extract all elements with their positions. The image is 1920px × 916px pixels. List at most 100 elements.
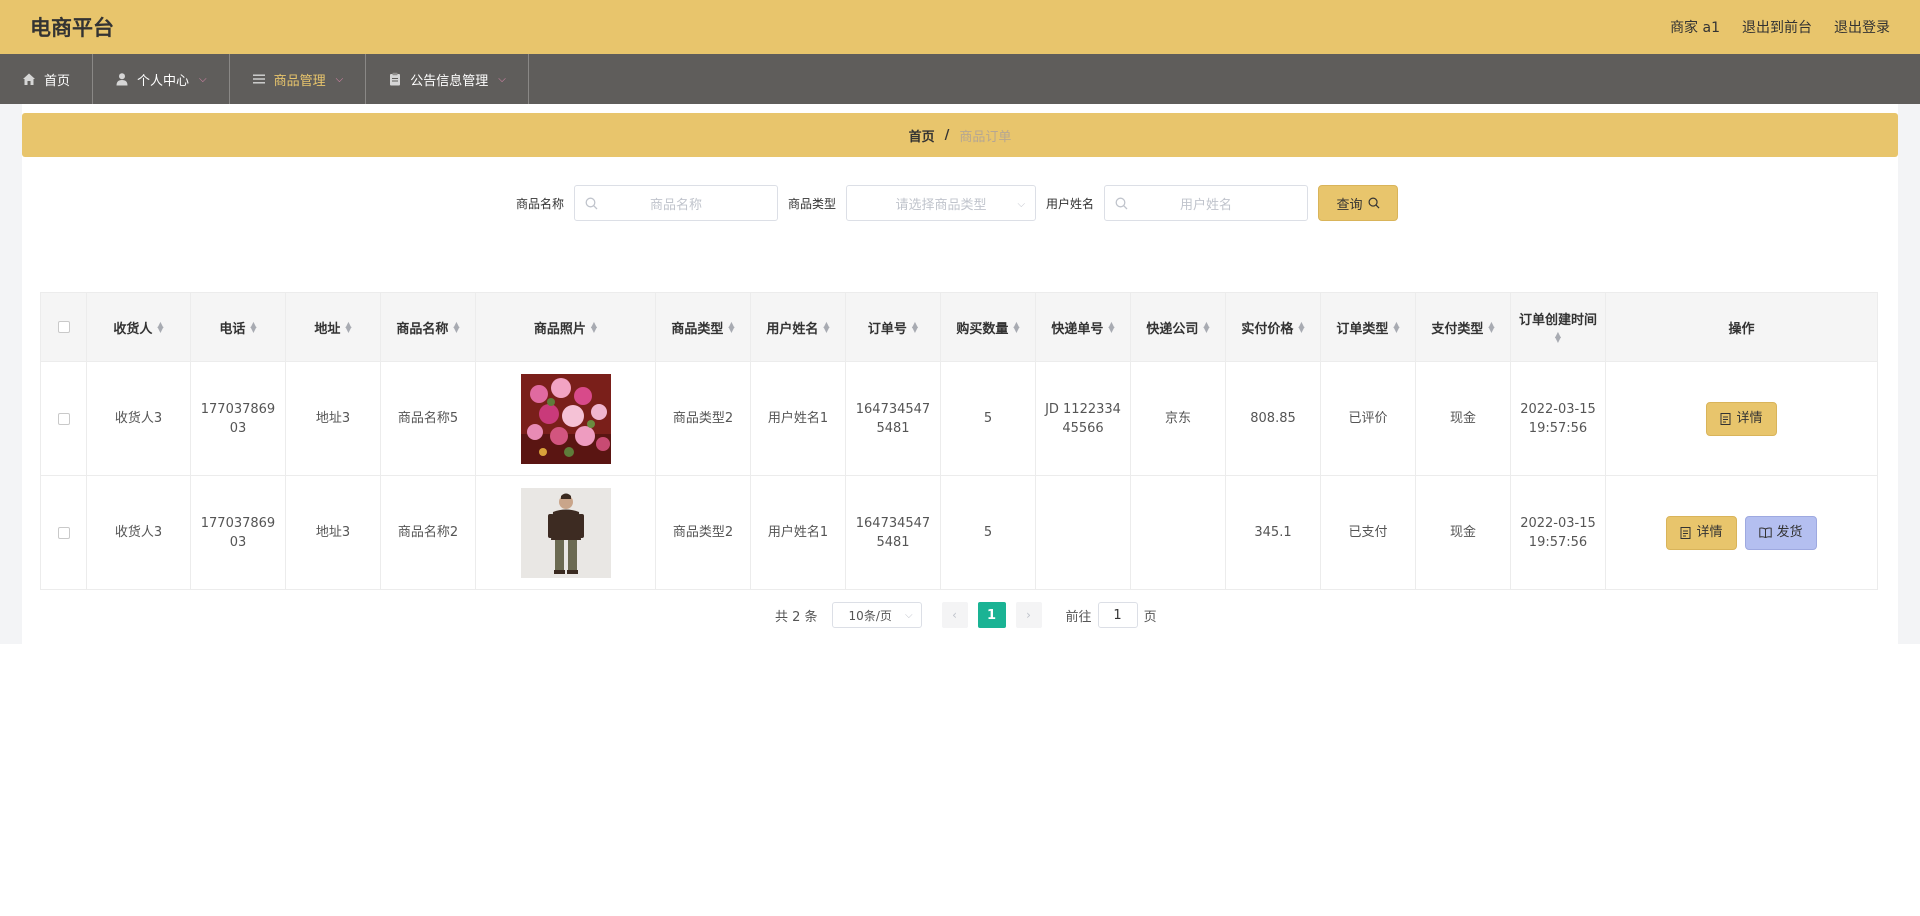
detail-button[interactable]: 详情 — [1706, 401, 1777, 436]
select-all-checkbox[interactable] — [57, 321, 70, 333]
cell-actions: 详情 — [1606, 362, 1877, 475]
exit-to-front-link[interactable]: 退出到前台 — [1742, 17, 1812, 37]
man-jacket-image[interactable] — [520, 487, 611, 578]
column-header-actions: 操作 — [1606, 293, 1877, 361]
nav-item-personal-center[interactable]: 个人中心 ⌵ — [93, 54, 230, 104]
home-icon — [23, 73, 35, 85]
column-header[interactable]: 实付价格 ▲ ▼ — [1226, 293, 1321, 361]
orders-table: 收货人 ▲ ▼ 电话 ▲ ▼ 地址 ▲ ▼ 商品名称 ▲ ▼ 商品照片 ▲ ▼ 商品类型 ▲ ▼ 用户姓… — [40, 292, 1878, 590]
ship-button[interactable]: 发货 — [1744, 515, 1817, 550]
cell-product-name: 商品名称5 — [381, 362, 476, 475]
cell-user-name: 用户姓名1 — [751, 476, 846, 589]
column-header[interactable]: 商品名称 ▲ ▼ — [381, 293, 476, 361]
column-header[interactable]: 电话 ▲ ▼ — [191, 293, 286, 361]
sort-icon: ▲ ▼ — [1298, 320, 1305, 334]
column-header[interactable]: 订单号 ▲ ▼ — [846, 293, 941, 361]
main-nav: 首页 个人中心 ⌵ 商品管理 ⌵ 公告信息管理 ⌵ — [0, 54, 1920, 104]
detail-button-label: 详情 — [1696, 525, 1723, 540]
column-header[interactable]: 用户姓名 ▲ ▼ — [751, 293, 846, 361]
column-header[interactable]: 商品照片 ▲ ▼ — [476, 293, 656, 361]
cell-pay-type: 现金 — [1416, 362, 1511, 475]
cell-receiver: 收货人3 — [87, 362, 191, 475]
flower-bouquet-image[interactable] — [520, 373, 611, 464]
detail-button[interactable]: 详情 — [1666, 515, 1737, 550]
logout-link[interactable]: 退出登录 — [1834, 17, 1890, 37]
detail-button-label: 详情 — [1736, 411, 1763, 426]
query-button[interactable]: 查询 — [1318, 185, 1399, 221]
page-size-select[interactable]: 10条/页 ⌵ — [831, 602, 922, 628]
header-actions: 商家 a1 退出到前台 退出登录 — [1670, 17, 1890, 37]
total-count: 共 2 条 — [775, 609, 818, 625]
goto-page-input[interactable]: 1 — [1097, 602, 1138, 628]
column-label: 购买数量 — [956, 321, 1009, 337]
sort-icon: ▲ ▼ — [345, 320, 352, 334]
user-name-input[interactable]: 用户姓名 — [1104, 185, 1309, 221]
app-title: 电商平台 — [30, 16, 114, 40]
product-type-label: 商品类型 — [788, 196, 837, 211]
goto-label: 前往 — [1065, 609, 1092, 625]
nav-item-notice-management[interactable]: 公告信息管理 ⌵ — [366, 54, 529, 104]
column-header[interactable]: 购买数量 ▲ ▼ — [941, 293, 1036, 361]
column-label: 商品照片 — [533, 321, 586, 337]
sort-icon: ▲ ▼ — [1393, 320, 1400, 334]
column-label: 商品类型 — [671, 321, 724, 337]
sort-icon: ▲ ▼ — [1488, 320, 1495, 334]
document-icon — [1680, 526, 1691, 539]
cell-order-status: 已评价 — [1321, 362, 1416, 475]
book-icon — [1758, 527, 1772, 538]
prev-page-button[interactable]: ‹ — [941, 602, 968, 628]
product-name-input[interactable]: 商品名称 — [574, 185, 779, 221]
cell-pay-type: 现金 — [1416, 476, 1511, 589]
chevron-left-icon: ‹ — [952, 608, 957, 622]
cell-product-photo — [476, 476, 656, 589]
ship-button-label: 发货 — [1776, 525, 1803, 540]
chevron-right-icon: › — [1026, 608, 1031, 622]
cell-phone: 17703786903 — [191, 476, 286, 589]
nav-item-product-management[interactable]: 商品管理 ⌵ — [230, 54, 367, 104]
sort-icon: ▲ ▼ — [728, 320, 735, 334]
nav-item-label: 商品管理 — [273, 73, 326, 89]
row-checkbox[interactable] — [57, 526, 70, 539]
column-header[interactable]: 支付类型 ▲ ▼ — [1416, 293, 1511, 361]
search-icon — [585, 197, 598, 210]
cell-user-name: 用户姓名1 — [751, 362, 846, 475]
page-number-current[interactable]: 1 — [977, 602, 1006, 628]
product-type-select[interactable]: 请选择商品类型 ⌵ — [846, 185, 1037, 221]
column-label: 订单号 — [867, 321, 907, 337]
sort-icon: ▲ ▼ — [157, 320, 164, 334]
column-header[interactable]: 商品类型 ▲ ▼ — [656, 293, 751, 361]
column-header[interactable]: 快递单号 ▲ ▼ — [1036, 293, 1131, 361]
breadcrumb: 首页 / 商品订单 — [22, 113, 1898, 157]
column-label: 订单类型 — [1336, 321, 1389, 337]
nav-item-label: 个人中心 — [137, 73, 190, 89]
chevron-down-icon: ⌵ — [335, 73, 344, 85]
product-type-placeholder: 请选择商品类型 — [895, 197, 987, 213]
page-suffix-label: 页 — [1143, 609, 1157, 625]
cell-order-status: 已支付 — [1321, 476, 1416, 589]
product-name-placeholder: 商品名称 — [650, 197, 703, 213]
product-name-label: 商品名称 — [516, 196, 565, 211]
column-label: 电话 — [219, 321, 246, 337]
column-header[interactable]: 订单创建时间 ▲ ▼ — [1511, 293, 1606, 361]
column-header[interactable]: 收货人 ▲ ▼ — [87, 293, 191, 361]
pagination: 共 2 条 10条/页 ⌵ ‹ 1 › 前往 1 页 — [775, 602, 1157, 628]
cell-phone: 17703786903 — [191, 362, 286, 475]
table-row: 收货人3 17703786903 地址3 商品名称5 商品类型2 用户姓名1 1… — [40, 362, 1878, 476]
select-all-cell — [41, 293, 87, 361]
next-page-button[interactable]: › — [1015, 602, 1042, 628]
sort-icon: ▲ ▼ — [1108, 320, 1115, 334]
nav-item-home[interactable]: 首页 — [0, 54, 94, 104]
page-gutter-right — [1898, 104, 1920, 644]
column-header[interactable]: 地址 ▲ ▼ — [286, 293, 381, 361]
current-user-label[interactable]: 商家 a1 — [1670, 17, 1720, 37]
column-header[interactable]: 订单类型 ▲ ▼ — [1321, 293, 1416, 361]
row-checkbox[interactable] — [57, 412, 70, 425]
breadcrumb-home[interactable]: 首页 — [909, 126, 935, 145]
user-icon — [116, 73, 128, 86]
query-button-label: 查询 — [1336, 197, 1363, 213]
column-label: 实付价格 — [1241, 321, 1294, 337]
column-header[interactable]: 快递公司 ▲ ▼ — [1131, 293, 1226, 361]
sort-icon: ▲ ▼ — [590, 320, 598, 334]
cell-quantity: 5 — [941, 476, 1036, 589]
cell-product-name: 商品名称2 — [381, 476, 476, 589]
